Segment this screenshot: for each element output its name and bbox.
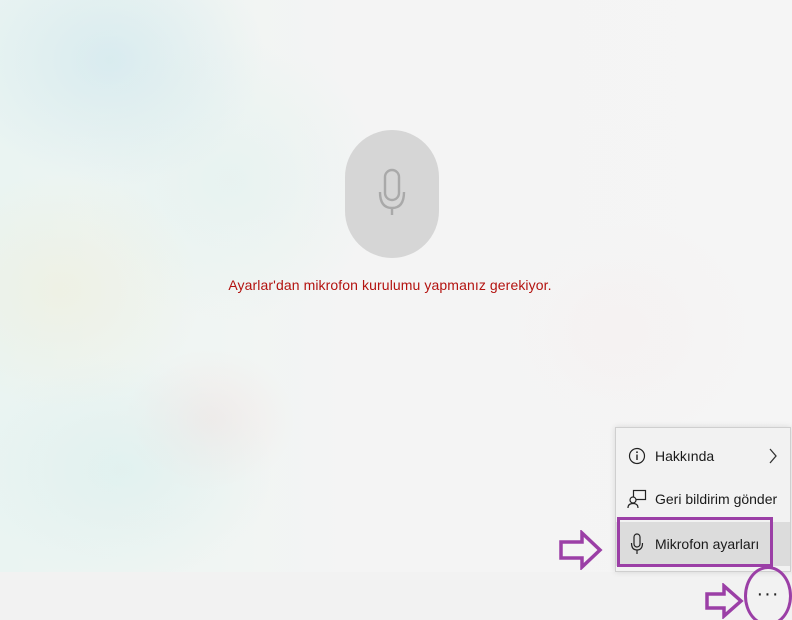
chevron-right-icon: [768, 448, 778, 469]
microphone-setup-message: Ayarlar'dan mikrofon kurulumu yapmanız g…: [228, 277, 552, 293]
more-options-button[interactable]: ···: [748, 574, 788, 614]
menu-item-send-feedback-label: Geri bildirim gönder: [655, 491, 778, 507]
microphone-icon: [378, 168, 406, 215]
more-options-icon: ···: [756, 582, 780, 605]
microphone-button[interactable]: [345, 130, 439, 258]
menu-item-send-feedback[interactable]: Geri bildirim gönder: [616, 477, 790, 521]
menu-item-about[interactable]: Hakkında: [616, 434, 790, 478]
menu-item-microphone-settings-label: Mikrofon ayarları: [655, 536, 760, 552]
bottom-app-bar: [0, 572, 792, 620]
menu-item-about-label: Hakkında: [655, 448, 715, 464]
outline-arrow-right-icon: [705, 583, 744, 619]
more-options-menu: Hakkında Geri bildirim gönder Mikrofon a…: [615, 427, 791, 572]
outline-arrow-right-icon: [559, 530, 603, 570]
microphone-icon: [627, 533, 647, 554]
feedback-icon: [627, 489, 647, 509]
info-icon: [627, 446, 647, 466]
menu-item-microphone-settings[interactable]: Mikrofon ayarları: [616, 522, 790, 566]
app-window: Ayarlar'dan mikrofon kurulumu yapmanız g…: [0, 0, 792, 620]
